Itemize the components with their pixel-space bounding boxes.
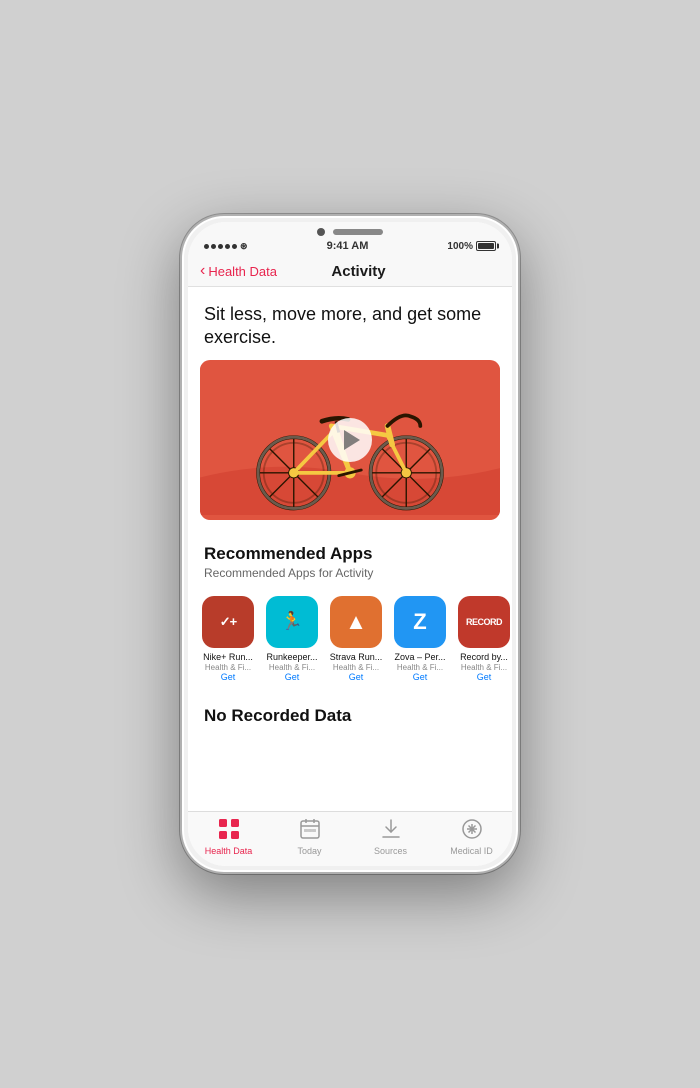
app-category-zova: Health & Fi...: [397, 663, 443, 672]
medical-id-label: Medical ID: [450, 846, 493, 856]
no-recorded-data: No Recorded Data: [188, 698, 512, 734]
strava-app-icon: ▲: [330, 596, 382, 648]
battery-percent: 100%: [447, 241, 473, 252]
video-thumbnail[interactable]: [200, 360, 500, 520]
front-camera: [317, 228, 325, 236]
app-name-record: Record by...: [460, 652, 508, 663]
status-bar: ⊛ 9:41 AM 100%: [204, 238, 496, 256]
play-icon: [344, 430, 360, 450]
status-left: ⊛: [204, 241, 248, 252]
app-name-nike: Nike+ Run...: [203, 652, 253, 663]
today-icon: [299, 818, 321, 844]
battery-icon: [476, 241, 496, 251]
tab-sources[interactable]: Sources: [350, 818, 431, 856]
content-area: Sit less, move more, and get some exerci…: [188, 287, 512, 811]
tab-bar: Health Data Today: [188, 811, 512, 866]
app-get-record[interactable]: Get: [477, 672, 492, 682]
apps-row: ✓+ Nike+ Run... Health & Fi... Get 🏃 Run…: [188, 590, 512, 698]
app-get-zova[interactable]: Get: [413, 672, 428, 682]
sources-icon: [380, 818, 402, 844]
record-app-icon: RECORD: [458, 596, 510, 648]
runkeeper-app-icon: 🏃: [266, 596, 318, 648]
app-category-strava: Health & Fi...: [333, 663, 379, 672]
health-data-icon: [218, 818, 240, 844]
signal-dot-2: [211, 244, 216, 249]
zova-app-icon: Z: [394, 596, 446, 648]
tagline-text: Sit less, move more, and get some exerci…: [188, 287, 512, 360]
app-category-nike: Health & Fi...: [205, 663, 251, 672]
app-name-zova: Zova – Per...: [394, 652, 445, 663]
camera-area: [317, 228, 383, 236]
tab-today[interactable]: Today: [269, 818, 350, 856]
back-label: Health Data: [208, 264, 277, 279]
health-data-label: Health Data: [205, 846, 253, 856]
wifi-icon: ⊛: [240, 241, 248, 252]
signal-dot-1: [204, 244, 209, 249]
signal-dots: [204, 244, 237, 249]
play-button[interactable]: [328, 418, 372, 462]
sources-label: Sources: [374, 846, 407, 856]
status-time: 9:41 AM: [327, 240, 369, 252]
recommended-apps-subtitle: Recommended Apps for Activity: [188, 566, 512, 590]
app-get-strava[interactable]: Get: [349, 672, 364, 682]
app-item-record[interactable]: RECORD Record by... Health & Fi... Get: [456, 596, 512, 682]
app-category-record: Health & Fi...: [461, 663, 507, 672]
tab-medical-id[interactable]: Medical ID: [431, 818, 512, 856]
page-title: Activity: [277, 263, 440, 280]
status-right: 100%: [447, 241, 496, 252]
medical-id-icon: [461, 818, 483, 844]
chevron-left-icon: ‹: [200, 262, 205, 280]
phone-screen: ⊛ 9:41 AM 100% ‹ Health Data Acti: [188, 222, 512, 866]
today-label: Today: [297, 846, 321, 856]
signal-dot-3: [218, 244, 223, 249]
signal-dot-4: [225, 244, 230, 249]
app-name-strava: Strava Run...: [330, 652, 383, 663]
phone-top: ⊛ 9:41 AM 100%: [188, 222, 512, 256]
app-get-nike[interactable]: Get: [221, 672, 236, 682]
app-item-zova[interactable]: Z Zova – Per... Health & Fi... Get: [392, 596, 448, 682]
back-button[interactable]: ‹ Health Data: [200, 262, 277, 280]
signal-dot-5: [232, 244, 237, 249]
app-item-nike[interactable]: ✓+ Nike+ Run... Health & Fi... Get: [200, 596, 256, 682]
nav-bar: ‹ Health Data Activity: [188, 256, 512, 287]
speaker: [333, 229, 383, 235]
phone-frame: ⊛ 9:41 AM 100% ‹ Health Data Acti: [180, 214, 520, 874]
app-category-runkeeper: Health & Fi...: [269, 663, 315, 672]
nike-app-icon: ✓+: [202, 596, 254, 648]
tab-health-data[interactable]: Health Data: [188, 818, 269, 856]
app-get-runkeeper[interactable]: Get: [285, 672, 300, 682]
app-item-runkeeper[interactable]: 🏃 Runkeeper... Health & Fi... Get: [264, 596, 320, 682]
app-item-strava[interactable]: ▲ Strava Run... Health & Fi... Get: [328, 596, 384, 682]
recommended-apps-title: Recommended Apps: [188, 536, 512, 566]
app-name-runkeeper: Runkeeper...: [266, 652, 317, 663]
